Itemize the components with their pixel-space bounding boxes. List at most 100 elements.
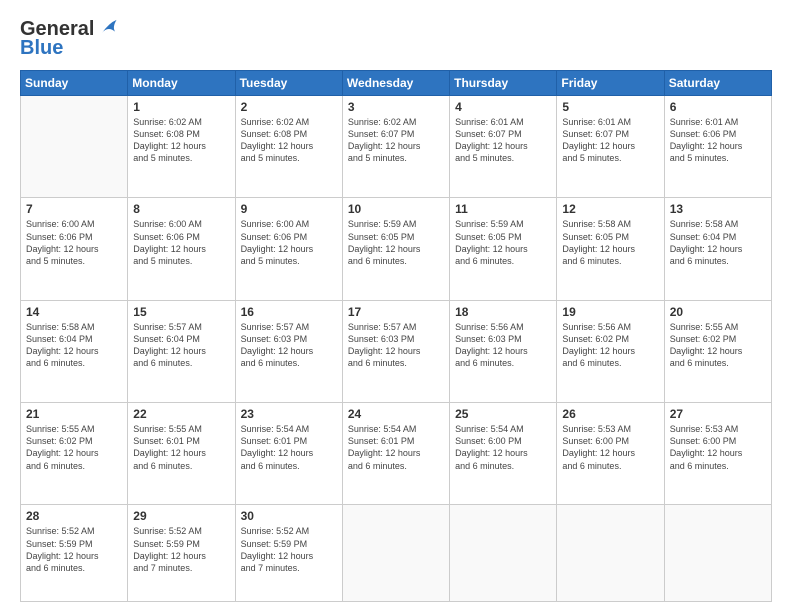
col-header-sunday: Sunday	[21, 71, 128, 96]
calendar-cell: 20 Sunrise: 5:55 AM Sunset: 6:02 PM Dayli…	[664, 300, 771, 402]
calendar-cell	[557, 505, 664, 602]
day-info: Sunrise: 5:53 AM Sunset: 6:00 PM Dayligh…	[562, 423, 658, 472]
day-number: 28	[26, 509, 122, 523]
day-info: Sunrise: 5:55 AM Sunset: 6:01 PM Dayligh…	[133, 423, 229, 472]
day-info: Sunrise: 5:52 AM Sunset: 5:59 PM Dayligh…	[133, 525, 229, 574]
col-header-saturday: Saturday	[664, 71, 771, 96]
day-info: Sunrise: 5:59 AM Sunset: 6:05 PM Dayligh…	[348, 218, 444, 267]
day-info: Sunrise: 5:52 AM Sunset: 5:59 PM Dayligh…	[241, 525, 337, 574]
day-number: 19	[562, 305, 658, 319]
day-info: Sunrise: 5:55 AM Sunset: 6:02 PM Dayligh…	[26, 423, 122, 472]
page-header: General Blue	[20, 18, 772, 60]
day-number: 5	[562, 100, 658, 114]
day-info: Sunrise: 5:58 AM Sunset: 6:04 PM Dayligh…	[26, 321, 122, 370]
calendar-cell: 16Sunrise: 5:57 AM Sunset: 6:03 PM Dayli…	[235, 300, 342, 402]
day-number: 6	[670, 100, 766, 114]
calendar-cell: 18 Sunrise: 5:56 AM Sunset: 6:03 PM Dayli…	[450, 300, 557, 402]
day-number: 8	[133, 202, 229, 216]
calendar-table: SundayMondayTuesdayWednesdayThursdayFrid…	[20, 70, 772, 602]
calendar-cell: 1 Sunrise: 6:02 AM Sunset: 6:08 PM Daylig…	[128, 96, 235, 198]
day-info: Sunrise: 5:54 AM Sunset: 6:00 PM Dayligh…	[455, 423, 551, 472]
calendar-cell: 27 Sunrise: 5:53 AM Sunset: 6:00 PM Dayli…	[664, 403, 771, 505]
logo: General Blue	[20, 18, 118, 60]
day-number: 13	[670, 202, 766, 216]
day-number: 27	[670, 407, 766, 421]
calendar-cell: 3Sunrise: 6:02 AM Sunset: 6:07 PM Daylig…	[342, 96, 449, 198]
day-info: Sunrise: 5:54 AM Sunset: 6:01 PM Dayligh…	[241, 423, 337, 472]
calendar-header-row: SundayMondayTuesdayWednesdayThursdayFrid…	[21, 71, 772, 96]
col-header-wednesday: Wednesday	[342, 71, 449, 96]
day-info: Sunrise: 5:59 AM Sunset: 6:05 PM Dayligh…	[455, 218, 551, 267]
day-info: Sunrise: 6:00 AM Sunset: 6:06 PM Dayligh…	[241, 218, 337, 267]
calendar-cell	[21, 96, 128, 198]
calendar-cell: 4Sunrise: 6:01 AM Sunset: 6:07 PM Daylig…	[450, 96, 557, 198]
calendar-week-row: 14 Sunrise: 5:58 AM Sunset: 6:04 PM Dayli…	[21, 300, 772, 402]
day-info: Sunrise: 5:57 AM Sunset: 6:03 PM Dayligh…	[348, 321, 444, 370]
col-header-friday: Friday	[557, 71, 664, 96]
calendar-cell: 14 Sunrise: 5:58 AM Sunset: 6:04 PM Dayli…	[21, 300, 128, 402]
calendar-cell: 11 Sunrise: 5:59 AM Sunset: 6:05 PM Dayli…	[450, 198, 557, 300]
logo-bird-icon	[96, 17, 118, 39]
day-number: 12	[562, 202, 658, 216]
day-number: 2	[241, 100, 337, 114]
calendar-cell: 19 Sunrise: 5:56 AM Sunset: 6:02 PM Dayli…	[557, 300, 664, 402]
calendar-cell: 23 Sunrise: 5:54 AM Sunset: 6:01 PM Dayli…	[235, 403, 342, 505]
calendar-cell: 24Sunrise: 5:54 AM Sunset: 6:01 PM Dayli…	[342, 403, 449, 505]
calendar-cell: 8 Sunrise: 6:00 AM Sunset: 6:06 PM Daylig…	[128, 198, 235, 300]
day-info: Sunrise: 6:02 AM Sunset: 6:08 PM Dayligh…	[241, 116, 337, 165]
calendar-week-row: 1 Sunrise: 6:02 AM Sunset: 6:08 PM Daylig…	[21, 96, 772, 198]
calendar-week-row: 28 Sunrise: 5:52 AM Sunset: 5:59 PM Dayli…	[21, 505, 772, 602]
calendar-cell: 26 Sunrise: 5:53 AM Sunset: 6:00 PM Dayli…	[557, 403, 664, 505]
day-number: 17	[348, 305, 444, 319]
calendar-week-row: 21 Sunrise: 5:55 AM Sunset: 6:02 PM Dayli…	[21, 403, 772, 505]
day-number: 21	[26, 407, 122, 421]
col-header-tuesday: Tuesday	[235, 71, 342, 96]
day-info: Sunrise: 6:01 AM Sunset: 6:07 PM Dayligh…	[455, 116, 551, 165]
calendar-cell	[450, 505, 557, 602]
day-number: 30	[241, 509, 337, 523]
day-number: 7	[26, 202, 122, 216]
calendar-cell: 21 Sunrise: 5:55 AM Sunset: 6:02 PM Dayli…	[21, 403, 128, 505]
day-number: 20	[670, 305, 766, 319]
calendar-cell: 12 Sunrise: 5:58 AM Sunset: 6:05 PM Dayli…	[557, 198, 664, 300]
day-info: Sunrise: 5:58 AM Sunset: 6:05 PM Dayligh…	[562, 218, 658, 267]
day-number: 18	[455, 305, 551, 319]
day-number: 25	[455, 407, 551, 421]
day-number: 15	[133, 305, 229, 319]
col-header-monday: Monday	[128, 71, 235, 96]
day-info: Sunrise: 6:00 AM Sunset: 6:06 PM Dayligh…	[26, 218, 122, 267]
day-info: Sunrise: 5:56 AM Sunset: 6:03 PM Dayligh…	[455, 321, 551, 370]
day-info: Sunrise: 6:00 AM Sunset: 6:06 PM Dayligh…	[133, 218, 229, 267]
day-number: 23	[241, 407, 337, 421]
day-info: Sunrise: 6:01 AM Sunset: 6:06 PM Dayligh…	[670, 116, 766, 165]
day-info: Sunrise: 5:57 AM Sunset: 6:04 PM Dayligh…	[133, 321, 229, 370]
calendar-cell: 22Sunrise: 5:55 AM Sunset: 6:01 PM Dayli…	[128, 403, 235, 505]
calendar-cell: 13 Sunrise: 5:58 AM Sunset: 6:04 PM Dayli…	[664, 198, 771, 300]
day-info: Sunrise: 6:02 AM Sunset: 6:08 PM Dayligh…	[133, 116, 229, 165]
calendar-cell: 7 Sunrise: 6:00 AM Sunset: 6:06 PM Daylig…	[21, 198, 128, 300]
calendar-cell: 2 Sunrise: 6:02 AM Sunset: 6:08 PM Daylig…	[235, 96, 342, 198]
col-header-thursday: Thursday	[450, 71, 557, 96]
day-info: Sunrise: 5:52 AM Sunset: 5:59 PM Dayligh…	[26, 525, 122, 574]
day-number: 10	[348, 202, 444, 216]
day-info: Sunrise: 5:57 AM Sunset: 6:03 PM Dayligh…	[241, 321, 337, 370]
calendar-week-row: 7 Sunrise: 6:00 AM Sunset: 6:06 PM Daylig…	[21, 198, 772, 300]
day-info: Sunrise: 5:53 AM Sunset: 6:00 PM Dayligh…	[670, 423, 766, 472]
day-number: 14	[26, 305, 122, 319]
calendar-cell: 6 Sunrise: 6:01 AM Sunset: 6:06 PM Daylig…	[664, 96, 771, 198]
day-number: 26	[562, 407, 658, 421]
day-number: 11	[455, 202, 551, 216]
calendar-cell: 25 Sunrise: 5:54 AM Sunset: 6:00 PM Dayli…	[450, 403, 557, 505]
day-number: 1	[133, 100, 229, 114]
day-info: Sunrise: 5:55 AM Sunset: 6:02 PM Dayligh…	[670, 321, 766, 370]
day-number: 24	[348, 407, 444, 421]
day-number: 3	[348, 100, 444, 114]
calendar-cell: 9 Sunrise: 6:00 AM Sunset: 6:06 PM Daylig…	[235, 198, 342, 300]
day-number: 29	[133, 509, 229, 523]
calendar-cell: 17 Sunrise: 5:57 AM Sunset: 6:03 PM Dayli…	[342, 300, 449, 402]
day-info: Sunrise: 5:56 AM Sunset: 6:02 PM Dayligh…	[562, 321, 658, 370]
day-number: 9	[241, 202, 337, 216]
calendar-cell: 28 Sunrise: 5:52 AM Sunset: 5:59 PM Dayli…	[21, 505, 128, 602]
calendar-cell: 10 Sunrise: 5:59 AM Sunset: 6:05 PM Dayli…	[342, 198, 449, 300]
day-info: Sunrise: 5:58 AM Sunset: 6:04 PM Dayligh…	[670, 218, 766, 267]
